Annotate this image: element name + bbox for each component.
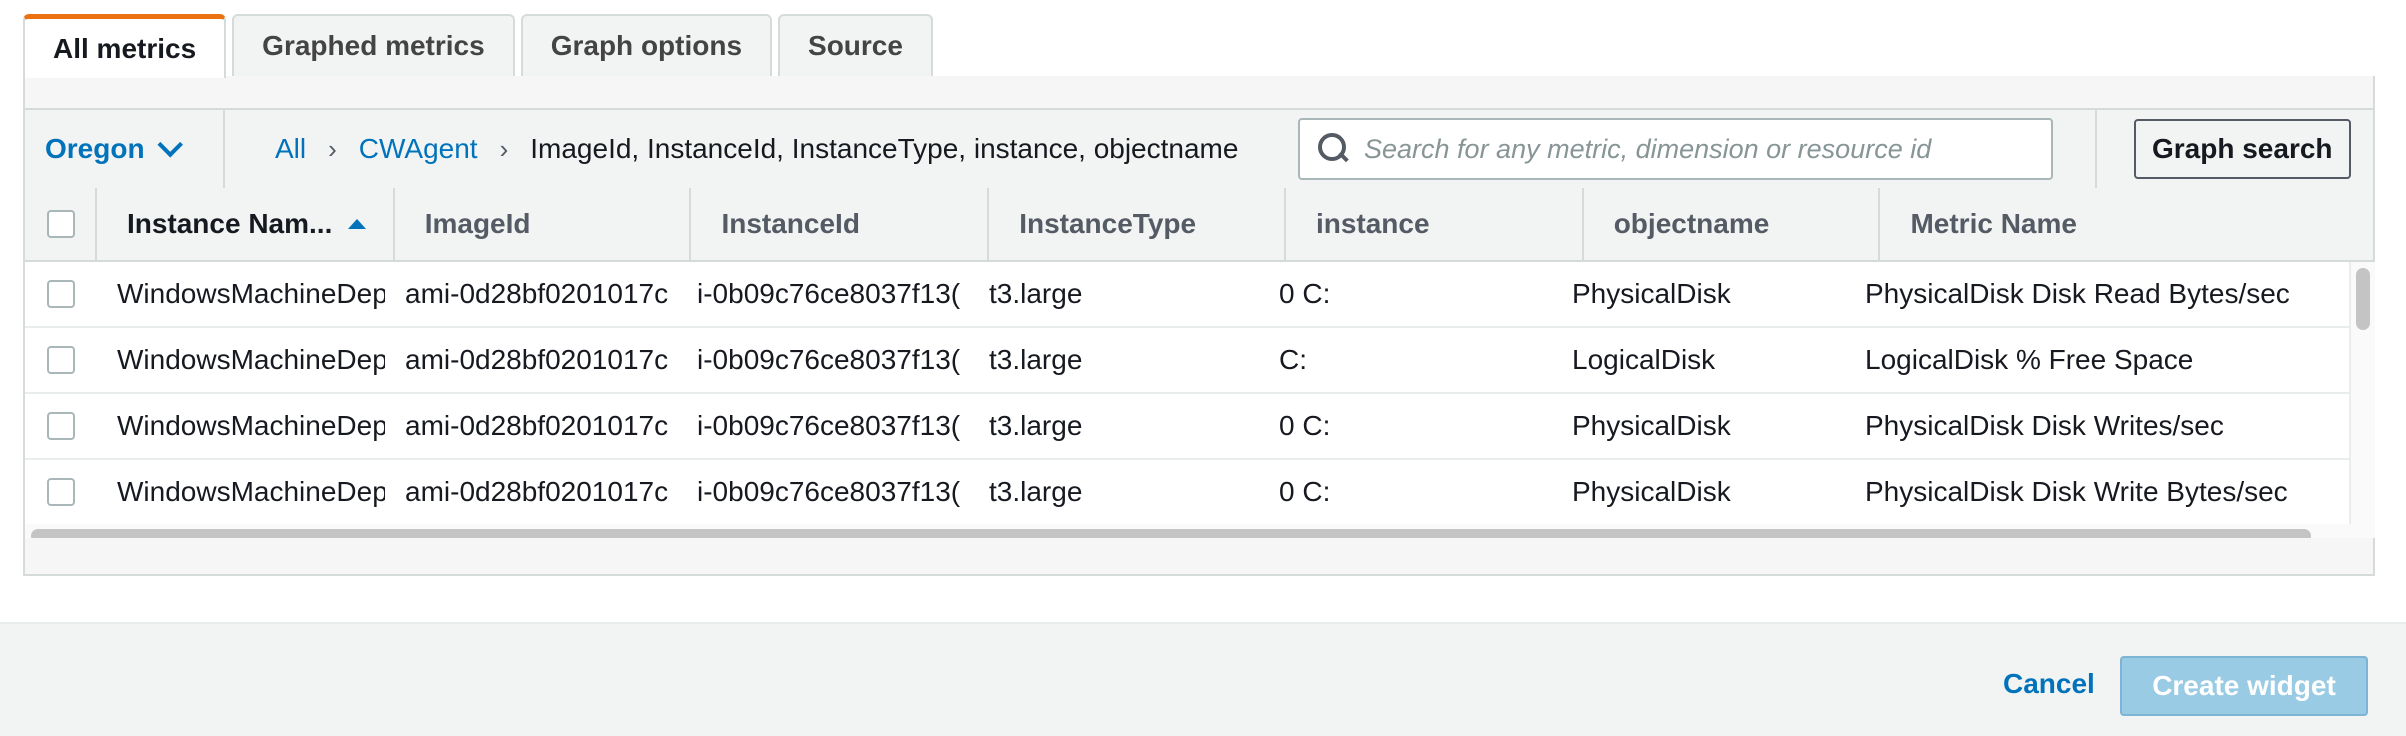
column-header-image-id[interactable]: ImageId [395, 188, 692, 260]
table-row[interactable]: WindowsMachineDep ami-0d28bf0201017c i-0… [25, 328, 2351, 394]
table-body: WindowsMachineDep ami-0d28bf0201017c i-0… [25, 262, 2351, 526]
region-label: Oregon [45, 133, 145, 164]
cell-metric-name: PhysicalDisk Disk Writes/sec [1865, 410, 2224, 441]
cell-image-id: ami-0d28bf0201017c [405, 476, 669, 507]
breadcrumb-namespace[interactable]: CWAgent [359, 133, 478, 165]
cell-objectname: LogicalDisk [1572, 344, 1716, 375]
sort-ascending-icon [348, 219, 367, 229]
cell-objectname: PhysicalDisk [1572, 410, 1731, 441]
cancel-button[interactable]: Cancel [1997, 658, 2101, 710]
row-checkbox[interactable] [47, 280, 75, 308]
cell-metric-name: PhysicalDisk Disk Read Bytes/sec [1865, 278, 2290, 309]
breadcrumb-all[interactable]: All [275, 133, 306, 165]
cell-instance-type: t3.large [989, 476, 1083, 507]
row-checkbox[interactable] [47, 412, 75, 440]
cell-image-id: ami-0d28bf0201017c [405, 278, 669, 309]
column-header-metric-name[interactable]: Metric Name [1880, 188, 2375, 260]
breadcrumb: All › CWAgent › ImageId, InstanceId, Ins… [275, 110, 1238, 188]
cell-instance-id: i-0b09c76ce8037f13( [697, 476, 961, 507]
cell-instance-id: i-0b09c76ce8037f13( [697, 410, 961, 441]
select-all-cell [25, 188, 97, 260]
select-all-checkbox[interactable] [47, 210, 75, 238]
table-row[interactable]: WindowsMachineDep ami-0d28bf0201017c i-0… [25, 460, 2351, 526]
cell-instance-name: WindowsMachineDep [117, 344, 385, 375]
column-header-instance-id[interactable]: InstanceId [691, 188, 990, 260]
column-header-objectname[interactable]: objectname [1584, 188, 1881, 260]
toolbar-divider [2095, 110, 2097, 188]
vertical-scrollbar[interactable] [2349, 262, 2375, 524]
breadcrumb-current: ImageId, InstanceId, InstanceType, insta… [530, 133, 1239, 164]
metrics-panel: Oregon All › CWAgent › ImageId, Instance… [23, 76, 2375, 576]
breadcrumb-separator-icon: › [328, 133, 337, 164]
cell-image-id: ami-0d28bf0201017c [405, 344, 669, 375]
cell-instance-name: WindowsMachineDep [117, 410, 385, 441]
table-row[interactable]: WindowsMachineDep ami-0d28bf0201017c i-0… [25, 262, 2351, 328]
tab-graphed-metrics[interactable]: Graphed metrics [232, 14, 515, 76]
cell-objectname: PhysicalDisk [1572, 476, 1731, 507]
cell-image-id: ami-0d28bf0201017c [405, 410, 669, 441]
tab-bar: All metrics Graphed metrics Graph option… [23, 14, 933, 78]
horizontal-scrollbar[interactable] [25, 524, 2375, 538]
dialog-footer: Cancel Create widget [0, 622, 2406, 736]
cell-instance-id: i-0b09c76ce8037f13( [697, 344, 961, 375]
metrics-toolbar: Oregon All › CWAgent › ImageId, Instance… [25, 108, 2373, 190]
cell-metric-name: PhysicalDisk Disk Write Bytes/sec [1865, 476, 2288, 507]
column-header-instance-type[interactable]: InstanceType [989, 188, 1286, 260]
cell-instance-id: i-0b09c76ce8037f13( [697, 278, 961, 309]
cell-instance-name: WindowsMachineDep [117, 476, 385, 507]
toolbar-divider [223, 110, 225, 188]
tab-graph-options[interactable]: Graph options [520, 14, 773, 76]
create-widget-button[interactable]: Create widget [2120, 656, 2368, 716]
tab-all-metrics[interactable]: All metrics [23, 14, 227, 78]
cell-instance-type: t3.large [989, 278, 1083, 309]
metric-search-box[interactable] [1298, 118, 2053, 180]
region-selector[interactable]: Oregon [45, 110, 183, 188]
row-checkbox[interactable] [47, 478, 75, 506]
chevron-down-icon [157, 132, 183, 158]
horizontal-scroll-thumb[interactable] [31, 529, 2311, 538]
cell-instance: 0 C: [1279, 476, 1331, 507]
breadcrumb-separator-icon: › [499, 133, 509, 164]
search-input[interactable] [1362, 132, 2051, 166]
graph-search-button[interactable]: Graph search [2134, 119, 2351, 179]
vertical-scroll-thumb[interactable] [2356, 268, 2370, 330]
row-checkbox[interactable] [47, 346, 75, 374]
cell-instance-name: WindowsMachineDep [117, 278, 385, 309]
tab-source[interactable]: Source [778, 14, 933, 76]
cell-objectname: PhysicalDisk [1572, 278, 1731, 309]
cell-instance-type: t3.large [989, 344, 1083, 375]
cell-instance-type: t3.large [989, 410, 1083, 441]
cell-instance: C: [1279, 344, 1307, 375]
column-header-instance-name[interactable]: Instance Nam... [97, 188, 395, 260]
table-row[interactable]: WindowsMachineDep ami-0d28bf0201017c i-0… [25, 394, 2351, 460]
column-header-instance[interactable]: instance [1286, 188, 1584, 260]
cell-metric-name: LogicalDisk % Free Space [1865, 344, 2194, 375]
cell-instance: 0 C: [1279, 410, 1331, 441]
table-header: Instance Nam... ImageId InstanceId Insta… [25, 188, 2375, 262]
search-icon [1314, 129, 1354, 169]
cell-instance: 0 C: [1279, 278, 1331, 309]
metrics-table: Instance Nam... ImageId InstanceId Insta… [25, 188, 2375, 538]
